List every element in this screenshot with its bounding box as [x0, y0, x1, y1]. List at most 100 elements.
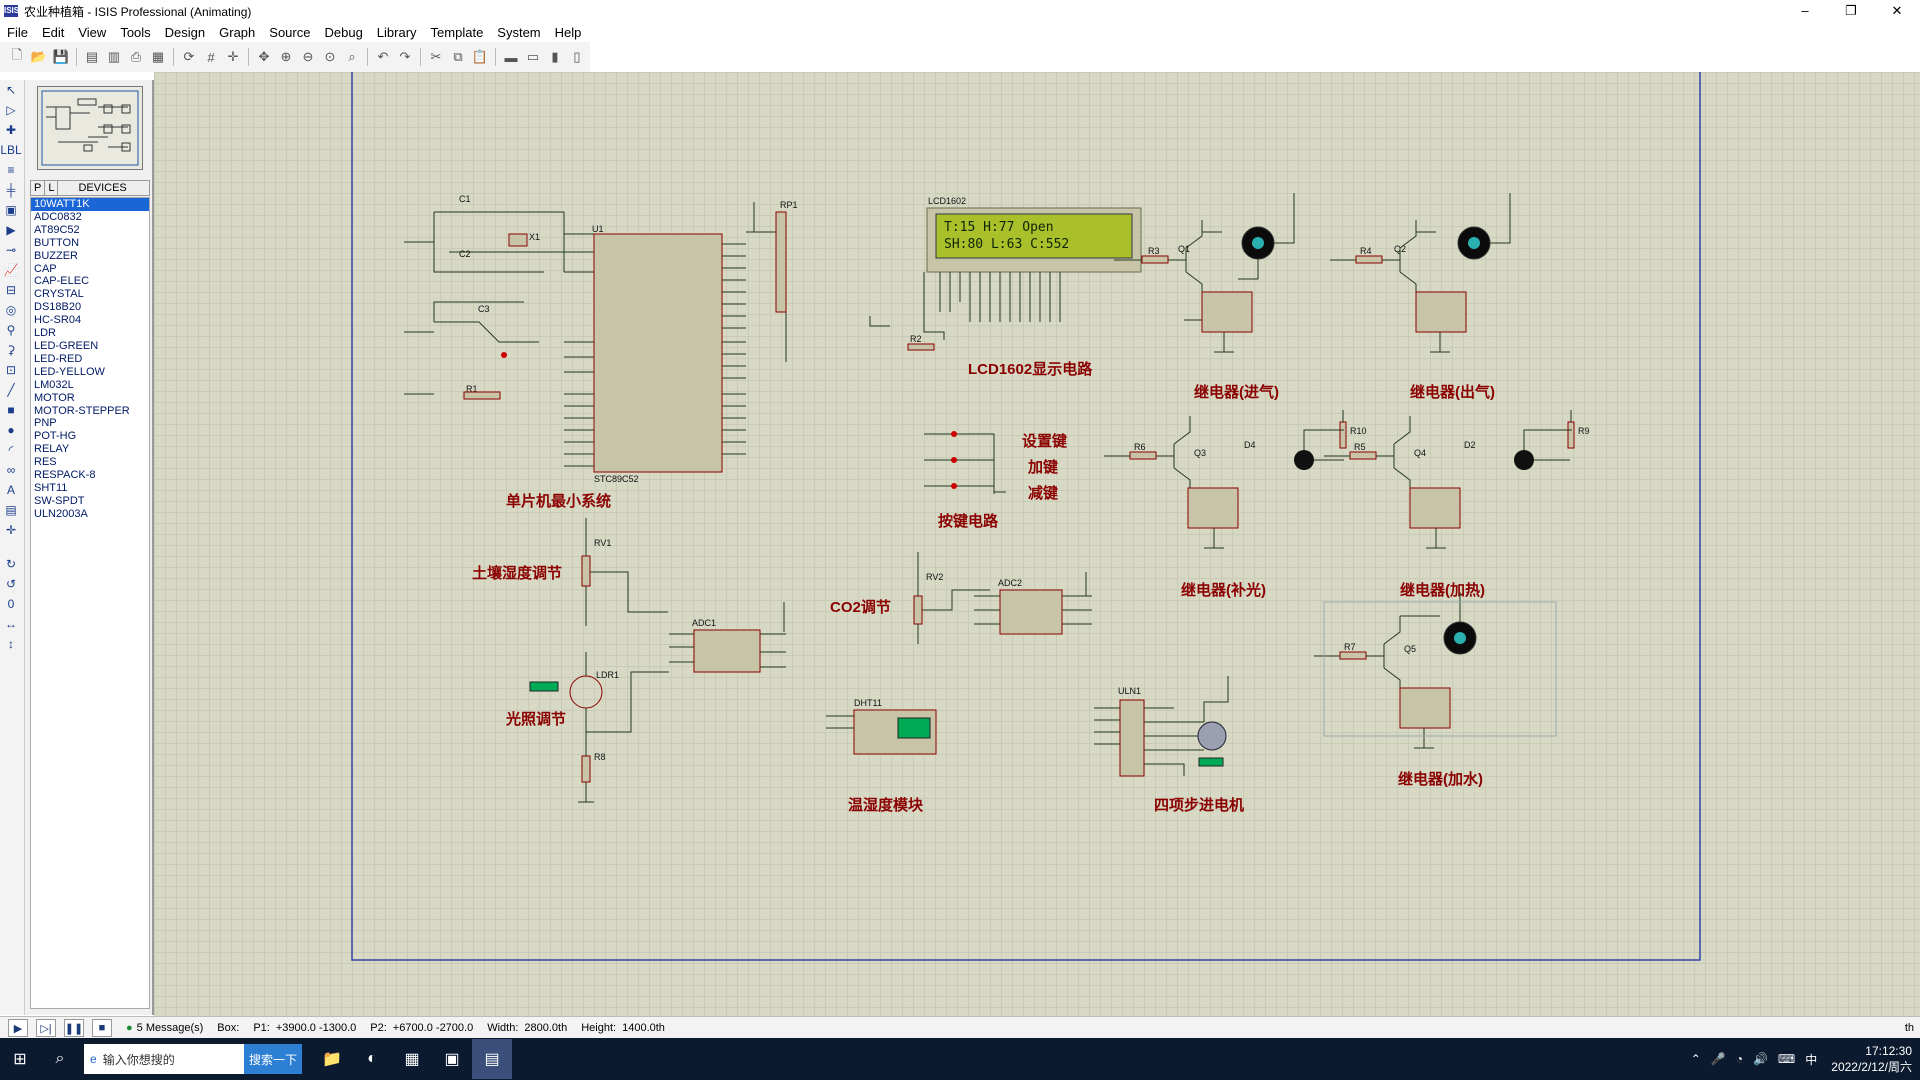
menu-graph[interactable]: Graph: [212, 25, 262, 40]
graph-icon[interactable]: 📈: [0, 260, 22, 280]
soil-light-sensing[interactable]: RV1 土壤湿度调节 ADC1 LDR1 R8 光照调节: [472, 518, 786, 803]
device-list-item[interactable]: SHT11: [31, 482, 149, 495]
r1-resistor[interactable]: [463, 391, 501, 400]
zoom-out-icon[interactable]: ⊖: [299, 48, 317, 66]
menu-source[interactable]: Source: [262, 25, 317, 40]
component-mode-icon[interactable]: ▷: [0, 100, 22, 120]
block-rotate-icon[interactable]: ▮: [546, 48, 564, 66]
tape-recorder-icon[interactable]: ⊟: [0, 280, 22, 300]
new-file-icon[interactable]: 🗋: [8, 47, 26, 66]
save-icon[interactable]: 💾: [52, 48, 70, 66]
paste-icon[interactable]: 📋: [471, 48, 489, 66]
relay-out[interactable]: [1415, 291, 1467, 333]
device-list-item[interactable]: BUZZER: [31, 250, 149, 263]
messages-count[interactable]: 5 Message(s): [137, 1022, 204, 1034]
minimize-button[interactable]: –: [1782, 0, 1828, 22]
adc2-chip[interactable]: [999, 589, 1063, 635]
export-icon[interactable]: ▥: [105, 48, 123, 66]
r5-resistor[interactable]: [1349, 451, 1377, 460]
rotate-clockwise-icon[interactable]: ↻: [0, 554, 22, 574]
generator-icon[interactable]: ◎: [0, 300, 22, 320]
rv1-pot[interactable]: [581, 555, 591, 587]
pan-icon[interactable]: ✥: [255, 48, 273, 66]
menu-help[interactable]: Help: [548, 25, 589, 40]
zoom-area-icon[interactable]: ⌕: [343, 48, 361, 66]
cut-icon[interactable]: ✂: [427, 48, 445, 66]
box-icon[interactable]: ■: [0, 400, 22, 420]
co2-sensing[interactable]: RV2 CO2调节 ADC2: [830, 552, 1092, 644]
ime-indicator[interactable]: 中: [1805, 1051, 1817, 1068]
pick-device-tab[interactable]: P: [31, 181, 46, 195]
current-probe-icon[interactable]: ⚳: [0, 340, 22, 360]
device-list-item[interactable]: POT-HG: [31, 430, 149, 443]
device-list-item[interactable]: CAP-ELEC: [31, 275, 149, 288]
menu-debug[interactable]: Debug: [317, 25, 369, 40]
rp1-respack[interactable]: [775, 211, 787, 313]
r3-resistor[interactable]: [1141, 255, 1169, 264]
document-app-icon[interactable]: ▣: [432, 1039, 472, 1079]
device-list-item[interactable]: RES: [31, 456, 149, 469]
relay-water-circuit[interactable]: R7 Q5 继电器(加水): [1314, 592, 1557, 788]
menu-file[interactable]: File: [0, 25, 35, 40]
terminal-icon[interactable]: ▶: [0, 220, 22, 240]
zoom-in-icon[interactable]: ⊕: [277, 48, 295, 66]
fill-light-led[interactable]: [1294, 450, 1314, 470]
menu-design[interactable]: Design: [158, 25, 212, 40]
rv2-pot[interactable]: [913, 595, 923, 625]
r2-resistor[interactable]: [907, 343, 935, 351]
r8-resistor[interactable]: [581, 755, 591, 783]
device-list-item[interactable]: RELAY: [31, 443, 149, 456]
subcircuit-icon[interactable]: ▣: [0, 200, 22, 220]
pause-button[interactable]: ❚❚: [64, 1019, 84, 1037]
adc1-chip[interactable]: [693, 629, 761, 673]
keyboard-icon[interactable]: ⌨: [1778, 1052, 1795, 1066]
maximize-button[interactable]: ❐: [1828, 0, 1874, 22]
arc-icon[interactable]: ◜: [0, 440, 22, 460]
junction-dot-icon[interactable]: ✚: [0, 120, 22, 140]
menu-system[interactable]: System: [490, 25, 547, 40]
virtual-instrument-icon[interactable]: ⊡: [0, 360, 22, 380]
lcd-display-circuit[interactable]: LCD1602 T:15 H:77 Open SH:80 L:63 C:552 …: [869, 196, 1142, 378]
uln2003-chip[interactable]: [1119, 699, 1145, 777]
isis-taskbar-icon[interactable]: ▤: [472, 1039, 512, 1079]
device-pin-icon[interactable]: ⊸: [0, 240, 22, 260]
relay-light-circuit[interactable]: R6 D4 R10 Q3 继电器(补光): [1104, 410, 1367, 599]
device-list-item[interactable]: AT89C52: [31, 224, 149, 237]
menu-template[interactable]: Template: [424, 25, 491, 40]
mcu-minimal-system[interactable]: U1 STC89C52 RP1 C1 C2 C3 X1 R1 单片机最小系统: [404, 194, 798, 510]
device-list-item[interactable]: LM032L: [31, 379, 149, 392]
device-list-item[interactable]: LED-GREEN: [31, 340, 149, 353]
menu-library[interactable]: Library: [370, 25, 424, 40]
origin-icon[interactable]: ✛: [224, 48, 242, 66]
menu-tools[interactable]: Tools: [113, 25, 157, 40]
device-list[interactable]: 10WATT1K ADC0832 AT89C52 BUTTON BUZZER CAP CAP…: [30, 197, 150, 1009]
r7-resistor[interactable]: [1339, 651, 1367, 660]
wire-label-icon[interactable]: LBL: [0, 140, 22, 160]
calculator-icon[interactable]: ▦: [392, 1039, 432, 1079]
menu-edit[interactable]: Edit: [35, 25, 71, 40]
ldr1-sensor[interactable]: [569, 675, 603, 709]
device-list-item[interactable]: PNP: [31, 417, 149, 430]
clock[interactable]: 17:12:30 2022/2/12/周六: [1831, 1043, 1912, 1075]
stop-button[interactable]: ■: [92, 1019, 112, 1037]
volume-icon[interactable]: 🔊: [1753, 1052, 1768, 1066]
library-tab[interactable]: L: [45, 181, 59, 195]
redo-icon[interactable]: ↷: [396, 48, 414, 66]
play-button[interactable]: ▶: [8, 1019, 28, 1037]
device-list-item[interactable]: LDR: [31, 327, 149, 340]
device-list-item[interactable]: BUTTON: [31, 237, 149, 250]
relay-heat[interactable]: [1409, 487, 1461, 529]
import-icon[interactable]: ▤: [83, 48, 101, 66]
dht11-module[interactable]: DHT11 温湿度模块: [826, 698, 937, 814]
device-list-item[interactable]: LED-YELLOW: [31, 366, 149, 379]
windows-start-icon[interactable]: ⊞: [0, 1039, 40, 1079]
undo-icon[interactable]: ↶: [374, 48, 392, 66]
tray-overflow-icon[interactable]: ⌃: [1691, 1052, 1701, 1066]
device-list-item[interactable]: LED-RED: [31, 353, 149, 366]
overview-preview[interactable]: [37, 86, 143, 170]
relay-in[interactable]: [1201, 291, 1253, 333]
zoom-all-icon[interactable]: ⊙: [321, 48, 339, 66]
network-icon[interactable]: ◔: [1736, 1052, 1743, 1066]
symbol-icon[interactable]: ▤: [0, 500, 22, 520]
text-script-icon[interactable]: ≡: [0, 160, 22, 180]
